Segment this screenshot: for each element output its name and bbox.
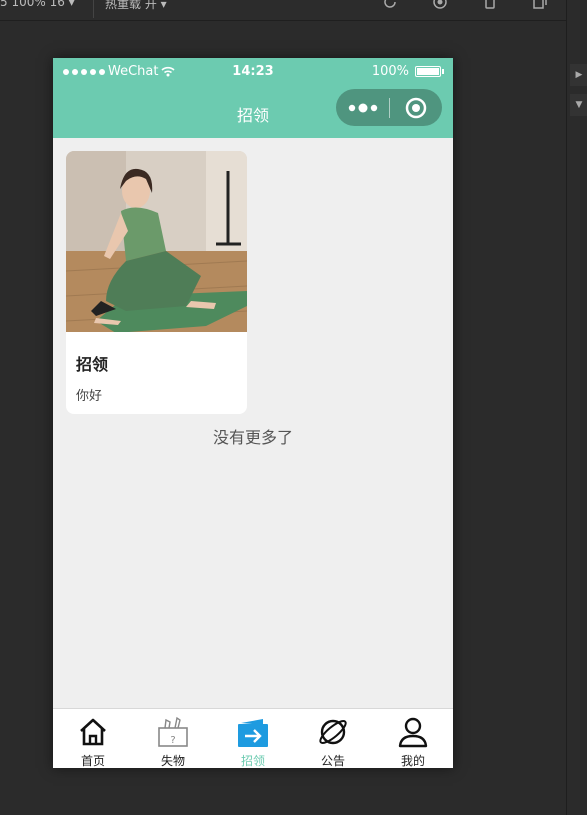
- tab-label: 我的: [400, 754, 425, 768]
- stop-icon[interactable]: [432, 0, 448, 10]
- battery-icon: [415, 66, 444, 77]
- planet-icon: [319, 719, 347, 745]
- tab-mine[interactable]: 我的: [373, 709, 453, 768]
- lost-box-icon: ?: [158, 716, 188, 747]
- ide-toolbar: 5 100% 16 ▾ 热重载 开 ▾: [0, 0, 587, 21]
- found-arrow-icon: [238, 719, 268, 747]
- side-panel-strip: ▶ ▼: [566, 0, 587, 815]
- found-item-card[interactable]: 招领 你好: [66, 151, 247, 414]
- phone-preview-icon[interactable]: [482, 0, 498, 10]
- battery-group: 100%: [371, 64, 444, 79]
- card-title: 招领: [76, 355, 109, 374]
- tab-bar: 首页 ? 失物 招领 公告 我的: [53, 708, 453, 768]
- close-miniprogram-icon[interactable]: [405, 97, 427, 119]
- item-photo: [66, 151, 247, 332]
- zoom-selector[interactable]: 5 100% 16 ▾: [0, 0, 75, 9]
- more-icon[interactable]: [348, 102, 378, 114]
- refresh-icon[interactable]: [382, 0, 398, 10]
- capsule-divider: [389, 98, 390, 118]
- home-icon: [80, 718, 106, 746]
- tab-notice[interactable]: 公告: [293, 709, 373, 768]
- tab-label: 公告: [320, 754, 345, 768]
- phone-simulator: WeChat 14:23 100% 招领 招领 你好 没有更多了 首页 ? 失物…: [53, 58, 453, 768]
- menu-capsule: [336, 89, 442, 126]
- tab-lost[interactable]: ? 失物: [133, 709, 213, 768]
- expand-right-icon[interactable]: ▶: [570, 64, 587, 86]
- user-icon: [398, 717, 428, 748]
- tab-label: 招领: [240, 754, 265, 768]
- window-copy-icon[interactable]: [532, 0, 548, 10]
- battery-percent: 100%: [371, 64, 409, 79]
- hot-reload-selector[interactable]: 热重载 开 ▾: [105, 0, 167, 12]
- no-more-text: 没有更多了: [212, 428, 293, 447]
- tab-label: 失物: [160, 754, 185, 768]
- status-bar: WeChat 14:23 100%: [53, 58, 453, 86]
- card-description: 你好: [76, 389, 103, 404]
- tab-found[interactable]: 招领: [213, 709, 293, 768]
- expand-down-icon[interactable]: ▼: [570, 94, 587, 116]
- tab-home[interactable]: 首页: [53, 709, 133, 768]
- svg-text:?: ?: [170, 735, 175, 746]
- tab-label: 首页: [80, 754, 105, 768]
- navigation-bar: 招领: [53, 86, 453, 138]
- toolbar-divider: [93, 0, 94, 18]
